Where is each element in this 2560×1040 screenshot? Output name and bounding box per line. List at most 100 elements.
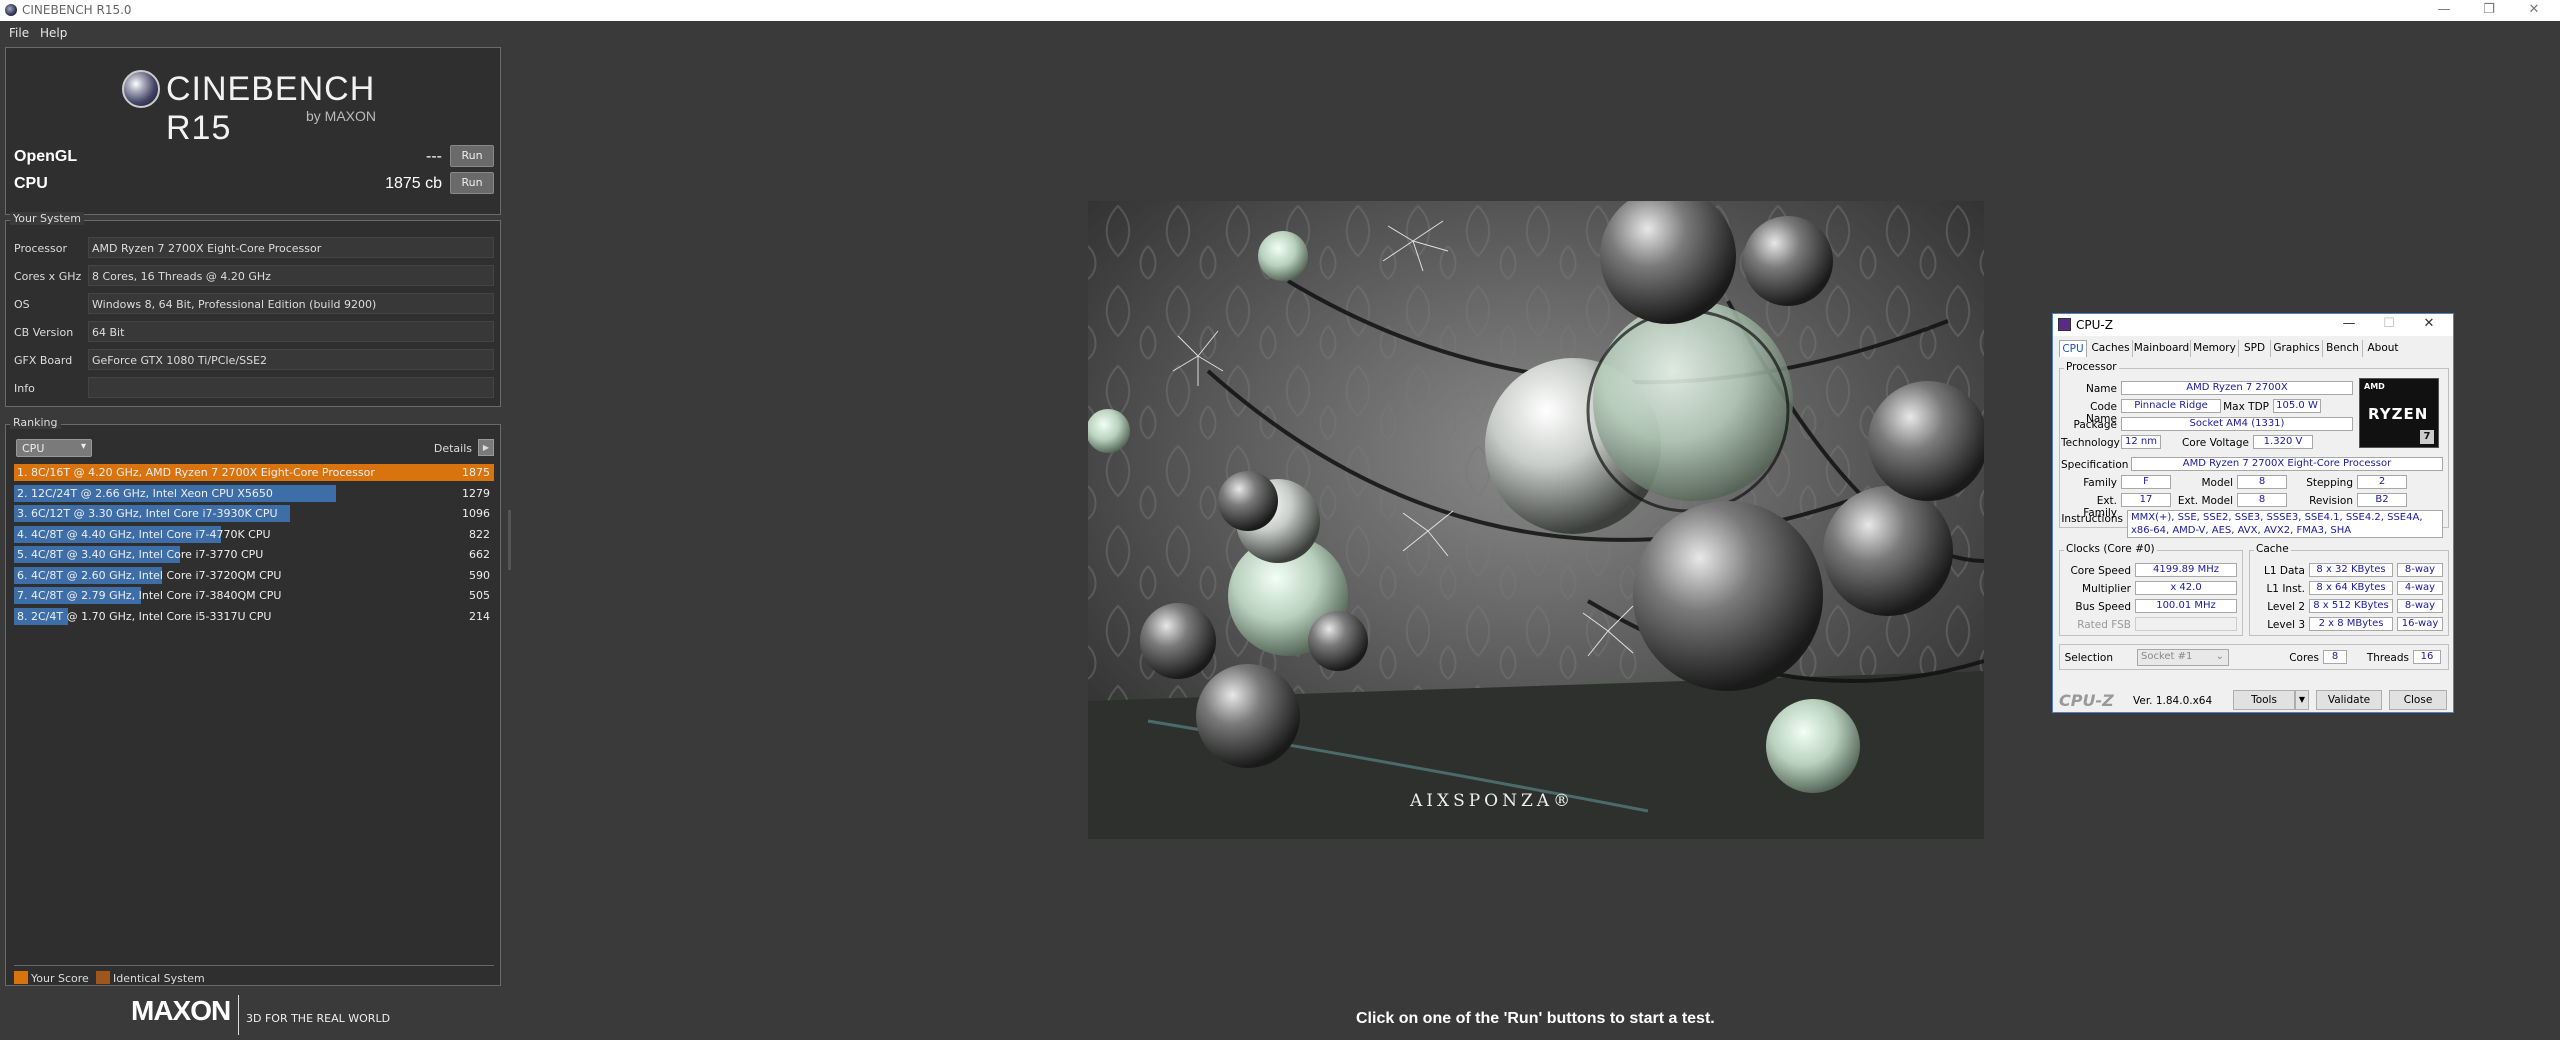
cache-size: 8 x 32 KBytes	[2309, 563, 2393, 577]
tab-graphics[interactable]: Graphics	[2271, 340, 2323, 357]
ext-family-value: 17	[2121, 493, 2171, 507]
bus-speed-value: 100.01 MHz	[2135, 599, 2237, 613]
window-title: CINEBENCH R15.0	[22, 3, 132, 17]
cpu-score: 1875 cb	[385, 175, 442, 192]
aixsponza-watermark: AIXSPONZA®	[1410, 791, 1575, 811]
cpuz-minimize-icon[interactable]: —	[2337, 316, 2361, 331]
family-value: F	[2121, 475, 2171, 489]
tools-dropdown-button[interactable]: ▼	[2295, 690, 2309, 710]
chevron-down-icon: ▾	[80, 441, 86, 452]
voltage-value: 1.320 V	[2253, 435, 2313, 449]
core-speed-value: 4199.89 MHz	[2135, 563, 2237, 577]
tab-memory[interactable]: Memory	[2191, 340, 2239, 357]
tab-spd[interactable]: SPD	[2239, 340, 2271, 357]
status-hint: Click on one of the 'Run' buttons to sta…	[1356, 1010, 1715, 1027]
socket-select[interactable]: Socket #1 ⌄	[2137, 649, 2229, 666]
system-row-info: Info	[14, 377, 496, 399]
system-value: AMD Ryzen 7 2700X Eight-Core Processor	[88, 237, 494, 258]
cores-value: 8	[2323, 650, 2347, 664]
cpu-run-button[interactable]: Run	[450, 172, 494, 194]
legend-swatch	[96, 971, 110, 984]
maxon-tagline: 3D FOR THE REAL WORLD	[246, 1012, 391, 1025]
panel-splitter[interactable]	[508, 510, 511, 570]
cinema-4d-logo-icon	[122, 70, 160, 108]
codename-value: Pinnacle Ridge	[2121, 399, 2221, 413]
opengl-run-button[interactable]: Run	[450, 145, 494, 167]
tools-button[interactable]: Tools	[2233, 690, 2295, 710]
ranking-row-label: 6. 4C/8T @ 2.60 GHz, Intel Core i7-3720Q…	[17, 568, 282, 582]
stepping-label: Stepping	[2306, 477, 2353, 489]
tab-mainboard[interactable]: Mainboard	[2133, 340, 2191, 357]
package-label: Package	[2073, 419, 2117, 431]
cpuz-close-icon[interactable]: ✕	[2417, 316, 2441, 331]
selection-label: Selection	[2064, 652, 2113, 664]
rated-fsb-value	[2135, 617, 2237, 631]
ranking-row[interactable]: 6. 4C/8T @ 2.60 GHz, Intel Core i7-3720Q…	[14, 566, 494, 585]
ranking-row[interactable]: 2. 12C/24T @ 2.66 GHz, Intel Xeon CPU X5…	[14, 484, 494, 503]
ranking-row[interactable]: 3. 6C/12T @ 3.30 GHz, Intel Core i7-3930…	[14, 505, 494, 523]
info-field[interactable]	[88, 377, 494, 398]
instructions-line: x86-64, AMD-V, AES, AVX, AVX2, FMA3, SHA	[2131, 525, 2352, 536]
tab-cpu[interactable]: CPU	[2059, 340, 2087, 357]
details-label[interactable]: Details	[434, 442, 472, 455]
ranking-row-score: 1875	[462, 466, 490, 479]
cache-assoc: 16-way	[2397, 617, 2443, 631]
tab-about[interactable]: About	[2363, 340, 2403, 357]
technology-value: 12 nm	[2121, 435, 2161, 449]
ranking-row-score: 822	[469, 527, 490, 541]
tab-caches[interactable]: Caches	[2089, 340, 2133, 357]
ranking-panel: Ranking CPU ▾ Details ▶ 1. 8C/16T @ 4.20…	[5, 416, 501, 986]
system-row-cb-version: CB Version 64 Bit	[14, 321, 496, 343]
ranking-row[interactable]: 7. 4C/8T @ 2.79 GHz, Intel Core i7-3840Q…	[14, 587, 494, 605]
cpuz-version: Ver. 1.84.0.x64	[2133, 695, 2213, 707]
ranking-row-label: 8. 2C/4T @ 1.70 GHz, Intel Core i5-3317U…	[17, 609, 272, 623]
legend-swatch	[14, 971, 28, 984]
instructions-value: MMX(+), SSE, SSE2, SSE3, SSSE3, SSE4.1, …	[2127, 510, 2443, 538]
revision-value: B2	[2357, 493, 2407, 507]
tdp-label: Max TDP	[2223, 401, 2269, 413]
details-arrow-button[interactable]: ▶	[478, 439, 494, 456]
ranking-row-score: 1279	[462, 486, 490, 500]
cache-label: L1 Inst.	[2266, 583, 2305, 595]
instructions-label: Instructions	[2061, 513, 2123, 525]
chevron-down-icon: ▼	[2298, 695, 2306, 704]
close-button[interactable]: Close	[2389, 690, 2447, 710]
ryzen-badge: AMD RYZEN 7	[2359, 378, 2439, 448]
opengl-score: ---	[426, 148, 442, 165]
model-value: 8	[2237, 475, 2287, 489]
cores-label: Cores	[2289, 652, 2319, 664]
legend-identical-system: Identical System	[96, 971, 205, 985]
cache-size: 2 x 8 MBytes	[2309, 617, 2393, 631]
cache-assoc: 8-way	[2397, 563, 2443, 577]
system-key: Info	[14, 382, 35, 395]
ranking-row[interactable]: 8. 2C/4T @ 1.70 GHz, Intel Core i5-3317U…	[14, 607, 494, 626]
multiplier-label: Multiplier	[2082, 583, 2131, 595]
system-value: Windows 8, 64 Bit, Professional Edition …	[88, 293, 494, 314]
cinebench-app-icon	[5, 4, 17, 16]
validate-button[interactable]: Validate	[2316, 690, 2382, 710]
tab-bench[interactable]: Bench	[2323, 340, 2363, 357]
render-preview-image: AIXSPONZA®	[1088, 201, 1984, 839]
instructions-line: MMX(+), SSE, SSE2, SSE3, SSSE3, SSE4.1, …	[2131, 512, 2423, 523]
ranking-type-dropdown[interactable]: CPU ▾	[16, 439, 92, 457]
ranking-row[interactable]: 1. 8C/16T @ 4.20 GHz, AMD Ryzen 7 2700X …	[14, 464, 494, 482]
your-system-title: Your System	[10, 212, 84, 225]
render-scene	[1088, 201, 1984, 839]
menu-help[interactable]: Help	[40, 26, 67, 40]
spec-value: AMD Ryzen 7 2700X Eight-Core Processor	[2131, 457, 2443, 471]
minimize-icon[interactable]: —	[2424, 1, 2464, 19]
ranking-row-label: 4. 4C/8T @ 4.40 GHz, Intel Core i7-4770K…	[17, 527, 271, 541]
restore-icon[interactable]: ❐	[2469, 1, 2509, 19]
brand-divider	[238, 995, 239, 1035]
menu-file[interactable]: File	[9, 26, 29, 40]
close-icon[interactable]: ✕	[2514, 1, 2554, 19]
cpuz-title: CPU-Z	[2076, 318, 2113, 332]
rated-fsb-label: Rated FSB	[2077, 619, 2131, 631]
cache-size: 8 x 64 KBytes	[2309, 581, 2393, 595]
system-value: 64 Bit	[88, 321, 494, 342]
ranking-row-score: 1096	[462, 507, 490, 520]
ranking-row[interactable]: 5. 4C/8T @ 3.40 GHz, Intel Core i7-3770 …	[14, 546, 494, 564]
bus-speed-label: Bus Speed	[2075, 601, 2131, 613]
ranking-row[interactable]: 4. 4C/8T @ 4.40 GHz, Intel Core i7-4770K…	[14, 525, 494, 544]
system-key: GFX Board	[14, 354, 73, 367]
